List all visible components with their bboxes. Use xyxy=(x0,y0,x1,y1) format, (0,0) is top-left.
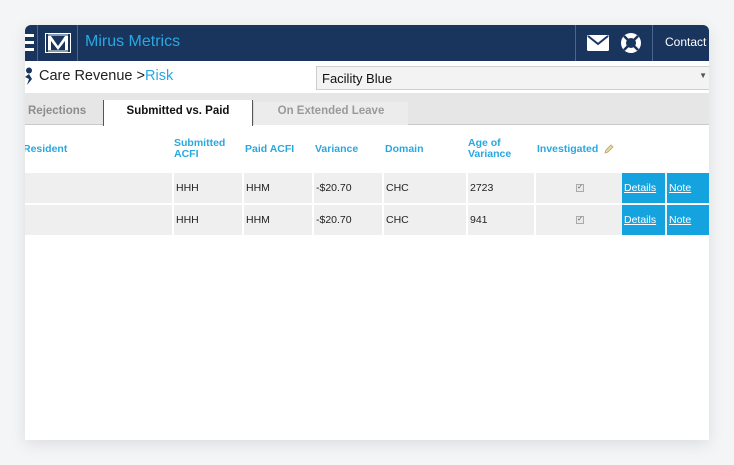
breadcrumb-current: Risk xyxy=(145,68,174,84)
tab-on-extended-leave[interactable]: On Extended Leave xyxy=(253,102,408,125)
divider xyxy=(575,25,576,61)
details-button[interactable]: Details xyxy=(622,205,665,235)
tab-submitted-vs-paid[interactable]: Submitted vs. Paid xyxy=(103,100,253,126)
column-header-paid-acfi[interactable]: Paid ACFI xyxy=(245,125,313,173)
breadcrumb-section[interactable]: Care Revenue xyxy=(39,68,133,84)
column-header-investigated[interactable]: Investigated xyxy=(537,125,637,173)
note-button[interactable]: Note xyxy=(667,205,709,235)
investigated-header-label: Investigated xyxy=(537,142,599,155)
contact-link[interactable]: Contact xyxy=(665,35,706,49)
details-button[interactable]: Details xyxy=(622,173,665,203)
divider xyxy=(77,25,78,61)
app-title: Mirus Metrics xyxy=(85,33,181,50)
cell-investigated: ✓ xyxy=(534,205,622,235)
mail-icon[interactable] xyxy=(587,35,609,51)
care-revenue-icon xyxy=(25,67,32,85)
tab-rejections[interactable]: Rejections xyxy=(25,100,103,125)
mirus-logo-icon xyxy=(45,33,71,53)
cell-age-of-variance: 941 xyxy=(466,205,534,235)
chevron-down-icon: ▼ xyxy=(699,71,707,80)
cell-variance: -$20.70 xyxy=(312,173,382,203)
menu-icon[interactable] xyxy=(25,34,35,52)
cell-variance: -$20.70 xyxy=(312,205,382,235)
note-button[interactable]: Note xyxy=(667,173,709,203)
cell-resident xyxy=(25,205,172,235)
breadcrumb-path: Care Revenue >Risk xyxy=(39,68,173,84)
top-bar: Mirus Metrics Contact xyxy=(25,25,709,61)
column-header-domain[interactable]: Domain xyxy=(385,125,465,173)
cell-submitted-acfi: HHH xyxy=(172,205,242,235)
pencil-icon[interactable] xyxy=(604,144,614,154)
cell-domain: CHC xyxy=(382,173,466,203)
investigated-checkbox[interactable]: ✓ xyxy=(576,184,584,192)
cell-resident xyxy=(25,173,172,203)
breadcrumb-separator: > xyxy=(136,68,145,84)
lifebuoy-help-icon[interactable] xyxy=(620,32,642,54)
cell-domain: CHC xyxy=(382,205,466,235)
facility-select-value: Facility Blue xyxy=(322,71,393,86)
column-header-age-of-variance[interactable]: Age of Variance xyxy=(468,125,534,173)
cell-investigated: ✓ xyxy=(534,173,622,203)
tab-bar: Rejections Submitted vs. Paid On Extende… xyxy=(25,93,709,126)
breadcrumb: Care Revenue >Risk Facility Blue ▼ xyxy=(25,61,709,93)
column-header-variance[interactable]: Variance xyxy=(315,125,383,173)
cell-paid-acfi: HHM xyxy=(242,205,312,235)
divider xyxy=(652,25,653,61)
column-header-submitted-acfi[interactable]: Submitted ACFI xyxy=(174,125,242,173)
facility-select[interactable]: Facility Blue ▼ xyxy=(316,66,709,90)
cell-age-of-variance: 2723 xyxy=(466,173,534,203)
table-row: HHH HHM -$20.70 CHC 941 ✓ Details Note xyxy=(25,205,709,235)
divider xyxy=(37,25,38,61)
app-window: Mirus Metrics Contact Care Revenue >Risk… xyxy=(25,25,709,440)
cell-submitted-acfi: HHH xyxy=(172,173,242,203)
cell-paid-acfi: HHM xyxy=(242,173,312,203)
column-header-resident[interactable]: Resident xyxy=(25,125,163,173)
investigated-checkbox[interactable]: ✓ xyxy=(576,216,584,224)
stage: Mirus Metrics Contact Care Revenue >Risk… xyxy=(0,0,734,465)
table-row: HHH HHM -$20.70 CHC 2723 ✓ Details Note xyxy=(25,173,709,203)
